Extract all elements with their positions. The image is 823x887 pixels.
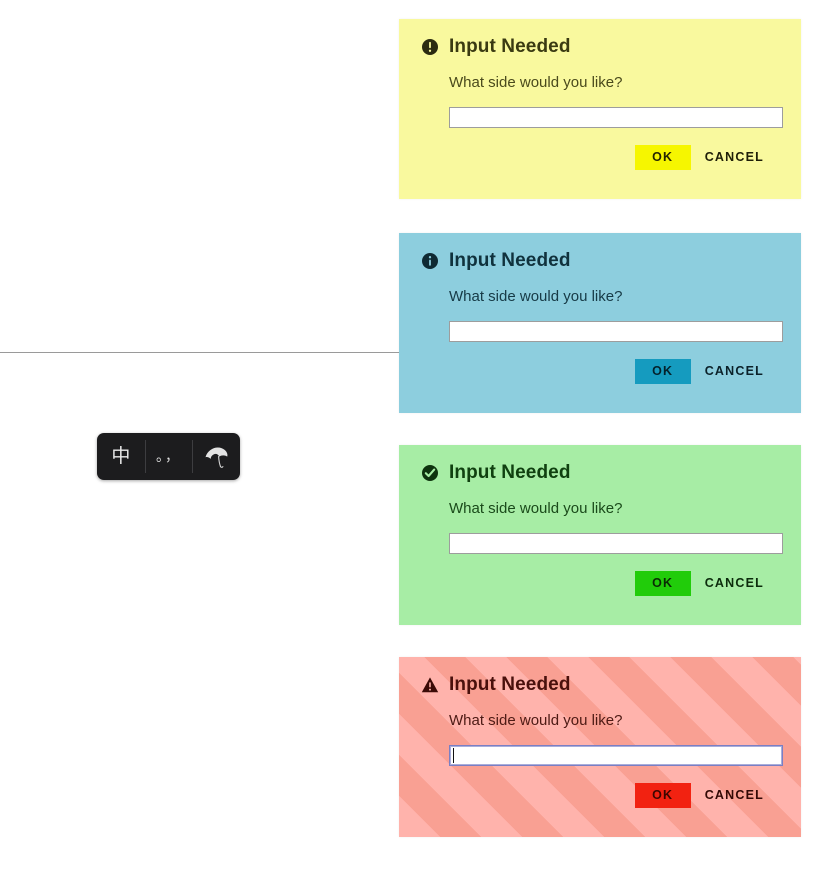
dialog-header: Input Needed xyxy=(421,462,778,484)
cancel-button[interactable]: CANCEL xyxy=(705,364,764,378)
input-dialog-danger[interactable]: Input Needed What side would you like? O… xyxy=(399,657,801,837)
exclamation-circle-icon xyxy=(421,38,439,56)
input-dialog-success[interactable]: Input Needed What side would you like? O… xyxy=(399,445,801,625)
dialog-input-wrapper xyxy=(449,744,783,766)
cancel-button[interactable]: CANCEL xyxy=(705,150,764,164)
dialog-text-input[interactable] xyxy=(449,532,783,554)
ok-button[interactable]: OK xyxy=(634,570,691,596)
ime-tools-button[interactable] xyxy=(192,433,240,480)
dialog-title: Input Needed xyxy=(449,674,571,695)
dialog-actions: OK CANCEL xyxy=(415,782,764,808)
input-dialog-info[interactable]: Input Needed What side would you like? O… xyxy=(399,233,801,413)
check-circle-icon xyxy=(421,464,439,482)
dialog-actions: OK CANCEL xyxy=(415,144,764,170)
ok-button[interactable]: OK xyxy=(634,782,691,808)
dialog-text-input[interactable] xyxy=(449,744,783,766)
ok-button[interactable]: OK xyxy=(634,358,691,384)
dialog-actions: OK CANCEL xyxy=(415,570,764,596)
chinese-mode-icon: 中 xyxy=(111,445,131,467)
ime-punctuation-mode-button[interactable]: 。， xyxy=(144,433,193,480)
input-method-editor-toolbar[interactable]: 中 。， xyxy=(97,433,240,480)
ime-chinese-mode-button[interactable]: 中 xyxy=(97,433,145,480)
dialog-header: Input Needed xyxy=(421,36,778,58)
umbrella-icon xyxy=(203,445,229,469)
dialog-title: Input Needed xyxy=(449,250,571,271)
text-caret xyxy=(453,747,454,763)
cancel-button[interactable]: CANCEL xyxy=(705,576,764,590)
dialog-header: Input Needed xyxy=(421,674,778,696)
dialog-prompt: What side would you like? xyxy=(449,499,623,517)
dialog-prompt: What side would you like? xyxy=(449,287,623,305)
dialog-prompt: What side would you like? xyxy=(449,73,623,91)
dialog-title: Input Needed xyxy=(449,36,571,57)
dialog-text-input[interactable] xyxy=(449,106,783,128)
page-divider-line xyxy=(0,352,399,353)
dialog-text-input[interactable] xyxy=(449,320,783,342)
dialog-actions: OK CANCEL xyxy=(415,358,764,384)
dialog-header: Input Needed xyxy=(421,250,778,272)
dialog-title: Input Needed xyxy=(449,462,571,483)
dialog-prompt: What side would you like? xyxy=(449,711,623,729)
info-circle-icon xyxy=(421,252,439,270)
input-dialog-warning[interactable]: Input Needed What side would you like? O… xyxy=(399,19,801,199)
warning-triangle-icon xyxy=(421,676,439,694)
punctuation-mode-icon: 。， xyxy=(156,448,181,465)
ok-button[interactable]: OK xyxy=(634,144,691,170)
cancel-button[interactable]: CANCEL xyxy=(705,788,764,802)
